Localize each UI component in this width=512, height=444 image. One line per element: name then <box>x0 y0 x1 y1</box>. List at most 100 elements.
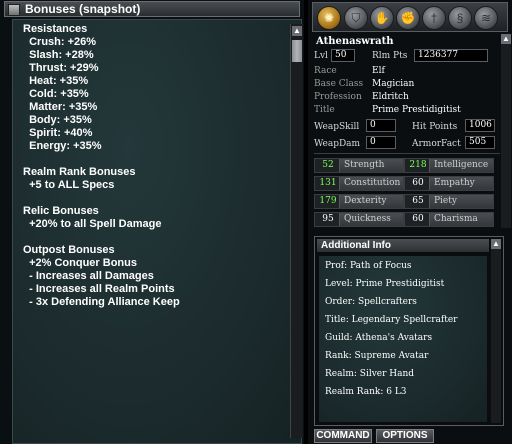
stat-quickness: 95 Quickness <box>314 212 404 227</box>
weapdam-label: WeapDam <box>314 139 361 149</box>
info-line: Title: Legendary Spellcrafter <box>325 315 458 325</box>
bonus-line: - Increases all Realm Points <box>23 283 175 295</box>
hand-icon[interactable]: ✋ <box>370 6 394 30</box>
sun-icon[interactable]: ✺ <box>317 6 341 30</box>
base-class-label: Base Class <box>314 79 364 89</box>
level-label: Lvl <box>314 51 328 61</box>
stat-name: Piety <box>429 195 493 208</box>
bonuses-title: Bonuses (snapshot) <box>25 2 141 16</box>
character-tabbar: ✺ ⛉ ✋ ✊ † § ≋ <box>312 2 508 32</box>
options-button[interactable]: OPTIONS <box>376 429 434 443</box>
info-line: Order: Spellcrafters <box>325 297 417 307</box>
bonus-line <box>23 192 285 205</box>
race-label: Race <box>314 66 337 76</box>
profession-label: Profession <box>314 92 362 102</box>
stat-dexterity: 179 Dexterity <box>314 194 404 209</box>
level-value: 50 <box>331 49 355 62</box>
info-line: Level: Prime Prestidigitist <box>325 279 445 289</box>
armorfact-value: 505 <box>465 136 495 149</box>
info-line: Guild: Athena's Avatars <box>325 333 433 343</box>
bonus-line: - 3x Defending Alliance Keep <box>23 296 180 308</box>
hit-points-value: 1006 <box>465 119 495 132</box>
stat-value: 95 <box>322 214 334 224</box>
weapdam-value: 0 <box>366 136 396 149</box>
stat-value: 60 <box>412 178 424 188</box>
bonus-line: +2% Conquer Bonus <box>23 257 137 269</box>
shield-icon[interactable]: ⛉ <box>344 6 368 30</box>
bonuses-titlebar[interactable]: Bonuses (snapshot) <box>4 1 300 17</box>
sword-icon[interactable]: † <box>422 6 446 30</box>
info-line: Realm: Silver Hand <box>325 369 415 379</box>
close-icon[interactable] <box>8 4 20 16</box>
additional-info-panel: Additional Info Prof: Path of Focus Level… <box>314 236 504 426</box>
scroll-up-icon[interactable]: ▲ <box>292 26 302 36</box>
bonus-line: Resistances <box>23 23 88 35</box>
title-value: Prime Prestidigitist <box>372 105 461 115</box>
bonus-line: Realm Rank Bonuses <box>23 166 136 178</box>
bonus-line: - Increases all Damages <box>23 270 154 282</box>
realm-points-value: 1236377 <box>414 49 488 62</box>
bonuses-panel: Resistances Crush: +26% Slash: +28% Thru… <box>12 19 302 444</box>
scroll-up-icon[interactable]: ▲ <box>501 34 511 44</box>
scroll-icon[interactable]: ≋ <box>474 6 498 30</box>
info-line: Prof: Path of Focus <box>325 261 412 271</box>
bonus-line <box>23 231 285 244</box>
base-class-value: Magician <box>372 79 415 89</box>
bonus-line: Outpost Bonuses <box>23 244 115 256</box>
bonus-line: +5 to ALL Specs <box>23 179 115 191</box>
swirl-icon[interactable]: § <box>448 6 472 30</box>
bonuses-window: Bonuses (snapshot) Resistances Crush: +2… <box>0 0 304 444</box>
bonus-line: Relic Bonuses <box>23 205 99 217</box>
race-value: Elf <box>372 66 385 76</box>
stat-name: Strength <box>339 159 403 172</box>
additional-info-scrollbar[interactable]: ▲ <box>491 239 501 423</box>
command-button[interactable]: COMMAND <box>314 429 372 443</box>
bonuses-text: Resistances Crush: +26% Slash: +28% Thru… <box>23 23 285 309</box>
fist-icon[interactable]: ✊ <box>396 6 420 30</box>
stat-value: 218 <box>409 160 427 170</box>
scrollbar-thumb[interactable] <box>292 40 302 62</box>
stat-value: 65 <box>412 196 424 206</box>
stat-value: 52 <box>322 160 334 170</box>
bonus-line: Spirit: +40% <box>23 127 93 139</box>
bonus-line <box>23 153 285 166</box>
armorfact-label: ArmorFact <box>412 139 461 149</box>
scroll-up-icon[interactable]: ▲ <box>491 239 501 249</box>
bonus-line: Crush: +26% <box>23 36 97 48</box>
stat-strength: 52 Strength <box>314 158 404 173</box>
bonus-line: Matter: +35% <box>23 101 98 113</box>
bonus-line: Body: +35% <box>23 114 92 126</box>
stat-piety: 65 Piety <box>404 194 494 209</box>
bonus-line: Slash: +28% <box>23 49 94 61</box>
stat-intelligence: 218 Intelligence <box>404 158 494 173</box>
additional-info-body: Prof: Path of Focus Level: Prime Prestidi… <box>319 256 487 422</box>
hit-points-label: Hit Points <box>412 122 458 132</box>
stat-name: Dexterity <box>339 195 403 208</box>
stat-value: 179 <box>319 196 337 206</box>
character-name: Athenaswrath <box>316 36 394 47</box>
character-scrollbar[interactable]: ▲ <box>501 34 511 228</box>
bonus-line: Thrust: +29% <box>23 62 99 74</box>
stat-value: 60 <box>412 214 424 224</box>
stat-name: Intelligence <box>429 159 493 172</box>
character-window: ✺ ⛉ ✋ ✊ † § ≋ ▲ Athenaswrath Lvl 50 Rlm … <box>308 0 512 444</box>
info-line: Rank: Supreme Avatar <box>325 351 429 361</box>
stat-empathy: 60 Empathy <box>404 176 494 191</box>
bonus-line: Heat: +35% <box>23 75 89 87</box>
stat-constitution: 131 Constitution <box>314 176 404 191</box>
stat-value: 131 <box>319 178 337 188</box>
bonus-line: Energy: +35% <box>23 140 102 152</box>
bonuses-scrollbar[interactable]: ▲ <box>290 24 303 438</box>
stat-name: Charisma <box>429 213 493 226</box>
realm-points-label: Rlm Pts <box>372 51 408 61</box>
stat-name: Constitution <box>339 177 403 190</box>
stat-name: Empathy <box>429 177 493 190</box>
title-label: Title <box>314 105 335 115</box>
weapskill-value: 0 <box>366 119 396 132</box>
divider <box>314 153 500 154</box>
bonus-line: Cold: +35% <box>23 88 89 100</box>
weapskill-label: WeapSkill <box>314 122 360 132</box>
profession-value: Eldritch <box>372 92 409 102</box>
stat-charisma: 60 Charisma <box>404 212 494 227</box>
bonus-line: +20% to all Spell Damage <box>23 218 162 230</box>
